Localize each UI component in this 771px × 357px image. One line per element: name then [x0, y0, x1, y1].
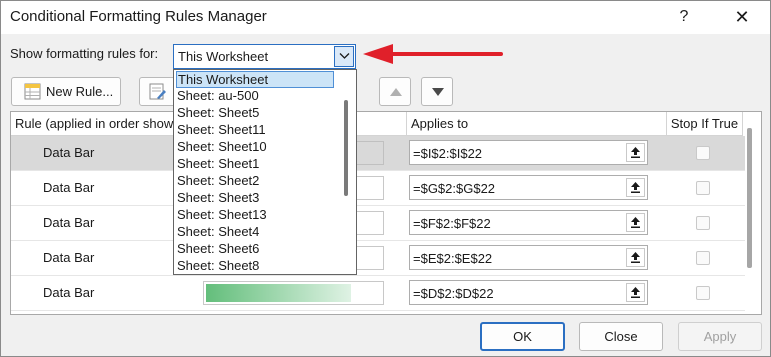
range-select-icon	[631, 182, 640, 193]
dropdown-option[interactable]: Sheet: Sheet10	[176, 139, 334, 156]
rules-table: Rule (applied in order shown) Format App…	[10, 111, 762, 315]
dropdown-option[interactable]: Sheet: au-500	[176, 88, 334, 105]
close-button[interactable]: Close	[579, 322, 663, 351]
applies-to-value: =$E$2:$E$22	[413, 251, 493, 266]
applies-to-field[interactable]: =$I$2:$I$22	[409, 140, 648, 165]
dropdown-option[interactable]: Sheet: Sheet8	[176, 258, 334, 274]
applies-to-field[interactable]: =$D$2:$D$22	[409, 280, 648, 305]
applies-to-value: =$D$2:$D$22	[413, 286, 494, 301]
table-row[interactable]: Data Bar =$E$2:$E$22	[11, 241, 745, 276]
arrow-down-icon	[432, 88, 444, 96]
applies-to-value: =$F$2:$F$22	[413, 216, 491, 231]
dropdown-option[interactable]: Sheet: Sheet2	[176, 173, 334, 190]
column-header-stop-if-true: Stop If True	[667, 112, 743, 136]
show-rules-label: Show formatting rules for:	[10, 46, 159, 61]
range-select-button[interactable]	[626, 143, 645, 162]
range-select-button[interactable]	[626, 178, 645, 197]
new-rule-label: New Rule...	[46, 84, 114, 99]
dropdown-option[interactable]: Sheet: Sheet13	[176, 207, 334, 224]
dropdown-option[interactable]: Sheet: Sheet11	[176, 122, 334, 139]
show-rules-select[interactable]: This Worksheet	[173, 44, 356, 69]
rule-name: Data Bar	[43, 215, 95, 230]
range-select-button[interactable]	[626, 213, 645, 232]
rule-name: Data Bar	[43, 285, 95, 300]
rule-name: Data Bar	[43, 180, 95, 195]
show-rules-value: This Worksheet	[178, 49, 269, 64]
new-rule-icon	[24, 83, 41, 100]
applies-to-field[interactable]: =$G$2:$G$22	[409, 175, 648, 200]
table-scrollbar[interactable]	[747, 128, 752, 268]
new-rule-button[interactable]: New Rule...	[11, 77, 121, 106]
stop-if-true-checkbox[interactable]	[696, 216, 710, 230]
move-up-button[interactable]	[379, 77, 411, 106]
chevron-down-icon[interactable]	[334, 46, 354, 67]
table-row[interactable]: Data Bar =$I$2:$I$22	[11, 136, 745, 171]
format-preview	[203, 281, 384, 305]
dropdown-option[interactable]: This Worksheet	[176, 71, 334, 88]
dropdown-option[interactable]: Sheet: Sheet1	[176, 156, 334, 173]
dropdown-option[interactable]: Sheet: Sheet5	[176, 105, 334, 122]
data-bar-preview	[206, 284, 351, 302]
range-select-button[interactable]	[626, 248, 645, 267]
applies-to-field[interactable]: =$F$2:$F$22	[409, 210, 648, 235]
applies-to-field[interactable]: =$E$2:$E$22	[409, 245, 648, 270]
range-select-button[interactable]	[626, 283, 645, 302]
edit-rule-icon	[149, 83, 166, 100]
range-select-icon	[631, 287, 640, 298]
apply-button[interactable]: Apply	[678, 322, 762, 351]
applies-to-value: =$G$2:$G$22	[413, 181, 496, 196]
table-row[interactable]: Data Bar =$D$2:$D$22	[11, 276, 745, 311]
help-button[interactable]: ?	[669, 5, 699, 29]
title-bar: Conditional Formatting Rules Manager ? ✕	[1, 1, 770, 34]
range-select-icon	[631, 252, 640, 263]
stop-if-true-checkbox[interactable]	[696, 251, 710, 265]
stop-if-true-checkbox[interactable]	[696, 146, 710, 160]
dialog-title: Conditional Formatting Rules Manager	[10, 8, 267, 25]
stop-if-true-checkbox[interactable]	[696, 181, 710, 195]
arrow-up-icon	[390, 88, 402, 96]
ok-button[interactable]: OK	[480, 322, 565, 351]
close-icon[interactable]: ✕	[725, 5, 759, 29]
dropdown-scrollbar[interactable]	[344, 100, 348, 196]
column-header-applies-to: Applies to	[407, 112, 667, 136]
rule-name: Data Bar	[43, 250, 95, 265]
range-select-icon	[631, 147, 640, 158]
stop-if-true-checkbox[interactable]	[696, 286, 710, 300]
rule-name: Data Bar	[43, 145, 95, 160]
range-select-icon	[631, 217, 640, 228]
applies-to-value: =$I$2:$I$22	[413, 146, 483, 161]
red-arrow-annotation	[363, 44, 503, 64]
sheet-dropdown-list[interactable]: This Worksheet Sheet: au-500 Sheet: Shee…	[173, 69, 357, 275]
dropdown-option[interactable]: Sheet: Sheet4	[176, 224, 334, 241]
table-row[interactable]: Data Bar =$F$2:$F$22	[11, 206, 745, 241]
dropdown-option[interactable]: Sheet: Sheet6	[176, 241, 334, 258]
table-row[interactable]: Data Bar =$G$2:$G$22	[11, 171, 745, 206]
dropdown-option[interactable]: Sheet: Sheet3	[176, 190, 334, 207]
conditional-formatting-dialog: Conditional Formatting Rules Manager ? ✕…	[0, 0, 771, 357]
move-down-button[interactable]	[421, 77, 453, 106]
